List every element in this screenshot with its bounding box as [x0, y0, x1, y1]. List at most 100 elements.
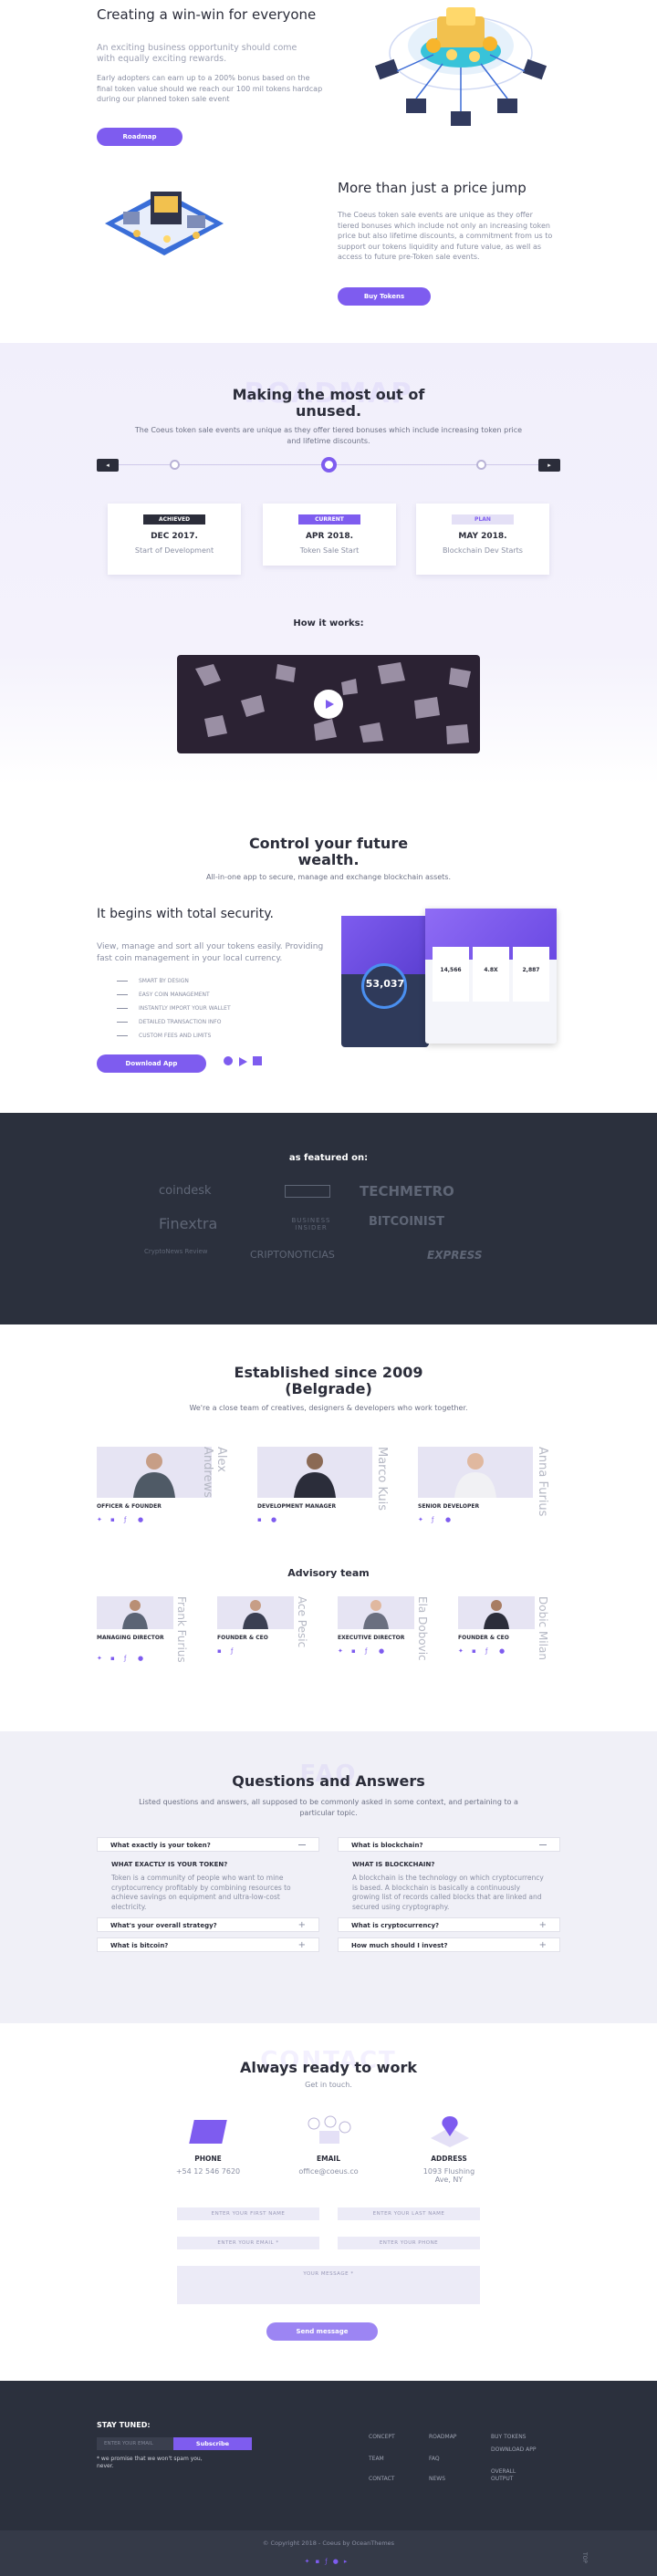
feature-item: DETAILED TRANSACTION INFO — [117, 1019, 318, 1025]
logo-coindesk[interactable]: coindesk — [159, 1184, 259, 1198]
contact-value[interactable]: office@coeus.co — [274, 2167, 383, 2176]
twitter-icon[interactable]: ✦ — [418, 1516, 424, 1523]
timeline-dot[interactable] — [476, 460, 486, 470]
logo-finextra[interactable]: Finextra — [159, 1215, 259, 1232]
faq-question[interactable]: What is bitcoin? + — [97, 1937, 319, 1952]
facebook-icon[interactable]: ƒ — [124, 1516, 130, 1523]
timeline-next-button[interactable]: ▸ — [538, 459, 560, 472]
logo-box[interactable] — [285, 1185, 330, 1198]
roadmap-card: CURRENT APR 2018. Token Sale Start — [263, 504, 396, 566]
member-photo — [97, 1447, 212, 1498]
footer-link[interactable]: FAQ — [429, 2456, 484, 2462]
phone-input[interactable]: ENTER YOUR PHONE — [338, 2237, 480, 2249]
facebook-icon[interactable]: ƒ — [432, 1516, 438, 1523]
google-plus-icon[interactable]: ● — [499, 1647, 506, 1655]
faq-question[interactable]: What is blockchain? — [338, 1837, 560, 1852]
logo-criptonoticias[interactable]: CRIPTONOTICIAS — [250, 1249, 369, 1261]
first-name-input[interactable]: ENTER YOUR FIRST NAME — [177, 2207, 319, 2220]
faq-question[interactable]: How much should I invest? + — [338, 1937, 560, 1952]
wallet-section: Control your future wealth. All-in-one a… — [0, 784, 657, 1113]
faq-question[interactable]: What exactly is your token? — [97, 1837, 319, 1852]
play-icon — [326, 700, 334, 709]
team-section: Established since 2009 (Belgrade) We're … — [0, 1324, 657, 1731]
faq-question[interactable]: What's your overall strategy? + — [97, 1917, 319, 1932]
tablet-stat-2: 4.8X — [484, 967, 498, 973]
footer-link[interactable]: NEWS — [429, 2476, 484, 2482]
message-textarea[interactable]: YOUR MESSAGE * — [177, 2266, 480, 2304]
card-date: DEC 2017. — [151, 532, 198, 541]
faq-question[interactable]: What is cryptocurrency? + — [338, 1917, 560, 1932]
phone-balance: 53,037 — [365, 978, 405, 990]
linkedin-icon[interactable]: ▪ — [217, 1647, 224, 1655]
linkedin-icon[interactable]: ▪ — [472, 1647, 478, 1655]
windows-icon[interactable] — [253, 1056, 262, 1065]
footer-link[interactable]: OVERALL OUTPUT — [491, 2468, 537, 2484]
timeline-dot[interactable] — [170, 460, 180, 470]
google-play-icon[interactable] — [239, 1057, 247, 1066]
linkedin-icon[interactable]: ▪ — [110, 1655, 117, 1662]
linkedin-icon[interactable]: ▪ — [257, 1516, 264, 1523]
download-app-button[interactable]: Download App — [97, 1054, 206, 1073]
google-plus-icon[interactable]: ● — [138, 1516, 144, 1523]
footer-link[interactable]: CONCEPT — [369, 2434, 423, 2440]
video-player[interactable] — [177, 655, 480, 753]
facebook-icon[interactable]: ƒ — [231, 1647, 237, 1655]
apple-icon[interactable] — [224, 1056, 233, 1065]
logo-express[interactable]: EXPRESS — [427, 1249, 518, 1262]
linkedin-icon[interactable]: ▪ — [316, 2558, 326, 2565]
timeline-dot-current[interactable] — [321, 457, 337, 473]
contact-value: 1093 Flushing Ave, NY — [422, 2167, 475, 2184]
subscribe-button[interactable]: Subscribe — [173, 2437, 252, 2450]
youtube-icon[interactable]: ▸ — [344, 2558, 353, 2565]
play-button[interactable] — [314, 690, 343, 719]
google-plus-icon[interactable]: ● — [333, 2558, 344, 2565]
facebook-icon[interactable]: ƒ — [365, 1647, 371, 1655]
stay-tuned-label: STAY TUNED: — [97, 2421, 151, 2429]
twitter-icon[interactable]: ✦ — [97, 1516, 103, 1523]
google-plus-icon[interactable]: ● — [379, 1647, 385, 1655]
back-to-top-button[interactable]: TOP — [580, 2552, 588, 2569]
minus-icon — [298, 1844, 306, 1845]
linkedin-icon[interactable]: ▪ — [110, 1516, 117, 1523]
twitter-icon[interactable]: ✦ — [338, 1647, 344, 1655]
facebook-icon[interactable]: ƒ — [325, 2558, 332, 2565]
footer-link[interactable]: CONTACT — [369, 2476, 423, 2482]
facebook-icon[interactable]: ƒ — [124, 1655, 130, 1662]
twitter-icon[interactable]: ✦ — [305, 2558, 316, 2565]
logo-business-insider[interactable]: BUSINESS INSIDER — [279, 1217, 343, 1231]
plus-icon: + — [297, 1940, 306, 1950]
advisor-name: Dobic Milan — [537, 1596, 549, 1660]
logo-bitcoinist[interactable]: BITCOINIST — [369, 1215, 506, 1229]
faq-title: Questions and Answers — [232, 1772, 425, 1790]
footer-link[interactable]: BUY TOKENS — [491, 2434, 555, 2440]
footer-link[interactable]: ROADMAP — [429, 2434, 484, 2440]
social-icons: ✦ ▪ ƒ ● — [97, 1655, 151, 1662]
buy-tokens-button[interactable]: Buy Tokens — [338, 287, 431, 306]
footer-bottom-bar — [0, 2530, 657, 2576]
logo-cryptonews[interactable]: CryptoNews Review — [144, 1248, 226, 1255]
plus-icon: + — [297, 1920, 306, 1930]
roadmap-button[interactable]: Roadmap — [97, 128, 182, 146]
coins-illustration — [374, 7, 548, 126]
google-plus-icon[interactable]: ● — [138, 1655, 144, 1662]
linkedin-icon[interactable]: ▪ — [351, 1647, 358, 1655]
footer-link[interactable]: TEAM — [369, 2456, 423, 2462]
twitter-icon[interactable]: ✦ — [97, 1655, 103, 1662]
advisor-photo — [338, 1596, 414, 1629]
google-plus-icon[interactable]: ● — [271, 1516, 277, 1523]
facebook-icon[interactable]: ƒ — [485, 1647, 492, 1655]
card-desc: Start of Development — [134, 546, 214, 555]
card-date: APR 2018. — [305, 532, 354, 541]
twitter-icon[interactable]: ✦ — [458, 1647, 464, 1655]
contact-label: ADDRESS — [431, 2155, 467, 2163]
google-plus-icon[interactable]: ● — [445, 1516, 452, 1523]
timeline-prev-button[interactable]: ◂ — [97, 459, 119, 472]
logo-techmetro[interactable]: TECHMETRO — [360, 1183, 506, 1200]
newsletter-email-input[interactable]: ENTER YOUR EMAIL — [97, 2437, 173, 2450]
footer-link[interactable]: DOWNLOAD APP — [491, 2446, 537, 2454]
team-text: We're a close team of creatives, designe… — [189, 1404, 468, 1412]
contact-subtitle: Get in touch. — [305, 2081, 352, 2089]
send-message-button[interactable]: Send message — [266, 2322, 378, 2341]
last-name-input[interactable]: ENTER YOUR LAST NAME — [338, 2207, 480, 2220]
email-input[interactable]: ENTER YOUR EMAIL * — [177, 2237, 319, 2249]
